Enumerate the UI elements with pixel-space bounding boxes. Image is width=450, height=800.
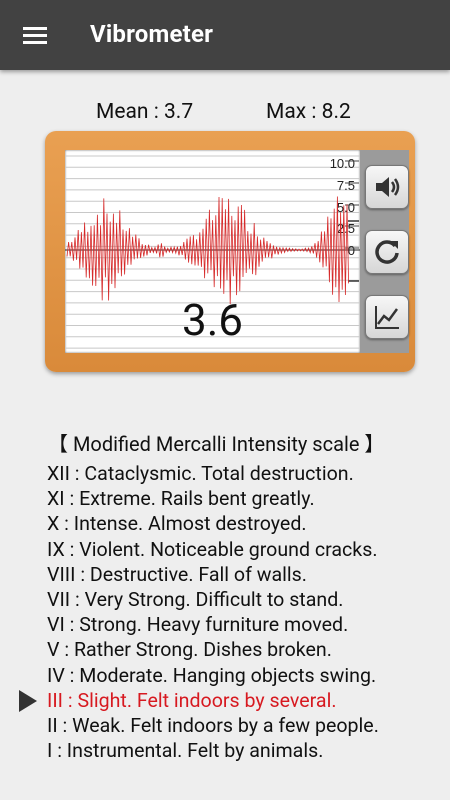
axis-tick-label: 10.0 [330,156,355,171]
scale-item-viii: VIII : Destructive. Fall of walls. [47,562,307,586]
axis-tick-label: 2.5 [337,221,355,236]
scale-item-x: X : Intense. Almost destroyed. [47,512,307,536]
sound-button[interactable] [365,165,409,209]
scale-item-vi: VI : Strong. Heavy furniture moved. [47,613,349,637]
scale-item-v: V : Rather Strong. Dishes broken. [47,638,332,662]
app-bar: Vibrometer [0,0,450,70]
scale-item-iii-active: III : Slight. Felt indoors by several. [47,688,337,712]
scale-item-xi: XI : Extreme. Rails bent greatly. [47,487,315,511]
scale-item-ix: IX : Violent. Noticeable ground cracks. [47,537,378,561]
app-title: Vibrometer [90,20,214,48]
line-chart-icon [375,306,399,329]
scale-item-ii: II : Weak. Felt indoors by a few people. [47,713,379,737]
seismograph-screen: 10.0 7.5 5.0 2.5 0 3.6 [65,150,360,353]
graph-button[interactable] [365,295,409,339]
reset-button[interactable] [365,230,409,274]
current-reading: 3.6 [181,294,244,346]
speaker-volume-icon [376,177,400,197]
max-value: Max : 8.2 [266,100,351,124]
scale-item-iv: IV : Moderate. Hanging objects swing. [47,663,377,687]
intensity-scale-list: XII : Cataclysmic. Total destruction. XI… [47,461,379,763]
axis-tick-label: 5.0 [337,200,355,215]
axis-tick-label: 7.5 [337,178,355,193]
mean-value: Mean : 3.7 [96,100,194,124]
scale-item-xii: XII : Cataclysmic. Total destruction. [47,462,354,485]
axis-tick-label: 0 [348,243,355,258]
current-level-pointer-icon [19,690,37,712]
hamburger-menu-icon[interactable] [18,23,52,49]
refresh-icon [375,240,399,264]
scale-item-vii: VII : Very Strong. Difficult to stand. [47,587,344,611]
scale-title: 【 Modified Mercalli Intensity scale 】 [48,432,385,456]
scale-item-i: I : Instrumental. Felt by animals. [47,739,324,763]
